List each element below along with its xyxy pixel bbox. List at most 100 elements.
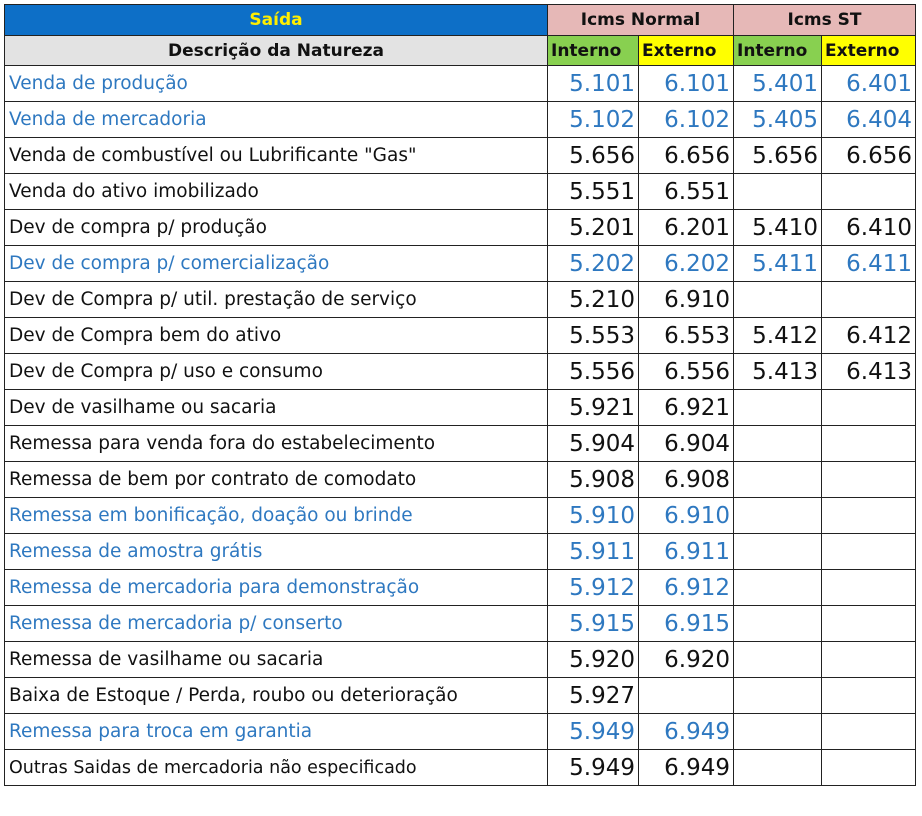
table-row: Remessa de vasilhame ou sacaria 5.920 6.92… <box>4 641 916 678</box>
icms-normal-interno-cell: 5.949 <box>547 749 639 786</box>
icms-normal-externo-cell: 6.556 <box>638 353 734 390</box>
nature-description-cell: Remessa para troca em garantia <box>4 713 548 750</box>
nature-description-cell: Remessa de mercadoria p/ conserto <box>4 605 548 642</box>
icms-st-externo-cell <box>821 461 916 498</box>
table-row: Remessa de mercadoria p/ conserto 5.915 6.… <box>4 605 916 642</box>
nature-description-cell: Baixa de Estoque / Perda, roubo ou deter… <box>4 677 548 714</box>
icms-normal-interno-cell: 5.102 <box>547 101 639 138</box>
icms-normal-interno-cell: 5.910 <box>547 497 639 534</box>
table-row: Dev de compra p/ comercialização 5.202 6.2… <box>4 245 916 282</box>
icms-st-interno-cell <box>733 677 822 714</box>
icms-st-externo-cell: 6.411 <box>821 245 916 282</box>
icms-st-interno-cell <box>733 749 822 786</box>
table-row: Dev de vasilhame ou sacaria 5.921 6.921 <box>4 389 916 426</box>
icms-normal-interno-cell: 5.927 <box>547 677 639 714</box>
icms-normal-externo-cell: 6.910 <box>638 497 734 534</box>
table-row: Venda de combustível ou Lubrificante "Ga… <box>4 137 916 174</box>
icms-normal-externo-cell: 6.656 <box>638 137 734 174</box>
externo-st-header: Externo <box>821 35 916 66</box>
nature-description-cell: Remessa de bem por contrato de comodato <box>4 461 548 498</box>
icms-normal-externo-cell: 6.102 <box>638 101 734 138</box>
table-row: Remessa de mercadoria para demonstração 5… <box>4 569 916 606</box>
icms-normal-interno-cell: 5.911 <box>547 533 639 570</box>
icms-normal-externo-cell: 6.553 <box>638 317 734 354</box>
icms-st-interno-cell: 5.401 <box>733 65 822 102</box>
icms-normal-externo-cell: 6.912 <box>638 569 734 606</box>
icms-normal-interno-cell: 5.921 <box>547 389 639 426</box>
icms-st-interno-cell <box>733 173 822 210</box>
icms-st-interno-cell: 5.656 <box>733 137 822 174</box>
icms-normal-interno-cell: 5.551 <box>547 173 639 210</box>
icms-st-externo-cell: 6.404 <box>821 101 916 138</box>
icms-normal-externo-cell: 6.910 <box>638 281 734 318</box>
icms-st-interno-cell: 5.410 <box>733 209 822 246</box>
table-row: Remessa para troca em garantia 5.949 6.949 <box>4 713 916 750</box>
icms-st-externo-cell <box>821 749 916 786</box>
icms-normal-externo-cell: 6.551 <box>638 173 734 210</box>
icms-st-interno-cell <box>733 569 822 606</box>
header-row-top: Saída Icms Normal Icms ST <box>4 4 916 36</box>
table-row: Dev de Compra p/ uso e consumo 5.556 6.556… <box>4 353 916 390</box>
icms-normal-externo-cell: 6.904 <box>638 425 734 462</box>
nature-description-cell: Remessa de mercadoria para demonstração <box>4 569 548 606</box>
cfop-table: Saída Icms Normal Icms ST Descrição da N… <box>4 4 916 786</box>
icms-normal-interno-cell: 5.904 <box>547 425 639 462</box>
nature-description-cell: Dev de Compra p/ uso e consumo <box>4 353 548 390</box>
icms-st-interno-cell <box>733 461 822 498</box>
icms-st-interno-cell <box>733 605 822 642</box>
table-row: Remessa para venda fora do estabelecimen… <box>4 425 916 462</box>
icms-st-externo-cell <box>821 713 916 750</box>
icms-st-interno-cell <box>733 281 822 318</box>
icms-normal-externo-cell: 6.908 <box>638 461 734 498</box>
nature-description-cell: Dev de compra p/ comercialização <box>4 245 548 282</box>
table-row: Remessa de amostra grátis 5.911 6.911 <box>4 533 916 570</box>
icms-st-interno-cell <box>733 641 822 678</box>
table-row: Remessa de bem por contrato de comodato 5… <box>4 461 916 498</box>
nature-description-cell: Venda de combustível ou Lubrificante "Ga… <box>4 137 548 174</box>
table-row: Venda de mercadoria 5.102 6.102 5.405 6.404 <box>4 101 916 138</box>
saida-title-cell: Saída <box>4 4 548 36</box>
icms-st-externo-cell: 6.656 <box>821 137 916 174</box>
icms-normal-externo-cell: 6.911 <box>638 533 734 570</box>
icms-normal-interno-cell: 5.553 <box>547 317 639 354</box>
icms-st-interno-cell: 5.405 <box>733 101 822 138</box>
icms-normal-externo-cell: 6.201 <box>638 209 734 246</box>
icms-st-externo-cell <box>821 641 916 678</box>
icms-normal-externo-cell: 6.202 <box>638 245 734 282</box>
icms-st-externo-cell <box>821 677 916 714</box>
icms-st-externo-cell <box>821 173 916 210</box>
icms-normal-interno-cell: 5.949 <box>547 713 639 750</box>
table-row: Dev de Compra p/ util. prestação de serv… <box>4 281 916 318</box>
icms-st-externo-cell <box>821 497 916 534</box>
icms-normal-externo-cell: 6.101 <box>638 65 734 102</box>
icms-st-externo-cell: 6.401 <box>821 65 916 102</box>
nature-description-cell: Remessa para venda fora do estabelecimen… <box>4 425 548 462</box>
icms-normal-interno-cell: 5.912 <box>547 569 639 606</box>
icms-st-externo-cell <box>821 533 916 570</box>
header-row-sub: Descrição da Natureza Interno Externo In… <box>4 35 916 66</box>
icms-st-interno-cell: 5.413 <box>733 353 822 390</box>
nature-description-cell: Remessa de amostra grátis <box>4 533 548 570</box>
nature-description-cell: Venda de mercadoria <box>4 101 548 138</box>
table-row: Venda de produção 5.101 6.101 5.401 6.401 <box>4 65 916 102</box>
nature-description-cell: Dev de vasilhame ou sacaria <box>4 389 548 426</box>
icms-normal-interno-cell: 5.202 <box>547 245 639 282</box>
icms-normal-interno-cell: 5.101 <box>547 65 639 102</box>
icms-st-externo-cell <box>821 605 916 642</box>
nature-description-cell: Outras Saidas de mercadoria não especifi… <box>4 749 548 786</box>
descricao-header: Descrição da Natureza <box>4 35 548 66</box>
icms-st-externo-cell <box>821 569 916 606</box>
nature-description-cell: Remessa de vasilhame ou sacaria <box>4 641 548 678</box>
nature-description-cell: Venda de produção <box>4 65 548 102</box>
icms-st-externo-cell <box>821 389 916 426</box>
table-row: Dev de compra p/ produção 5.201 6.201 5.410… <box>4 209 916 246</box>
icms-normal-externo-cell: 6.949 <box>638 749 734 786</box>
icms-st-header: Icms ST <box>733 4 916 36</box>
icms-st-interno-cell <box>733 497 822 534</box>
icms-normal-interno-cell: 5.210 <box>547 281 639 318</box>
icms-normal-interno-cell: 5.201 <box>547 209 639 246</box>
table-row: Venda do ativo imobilizado 5.551 6.551 <box>4 173 916 210</box>
nature-description-cell: Dev de Compra bem do ativo <box>4 317 548 354</box>
icms-st-externo-cell: 6.410 <box>821 209 916 246</box>
icms-st-interno-cell <box>733 389 822 426</box>
